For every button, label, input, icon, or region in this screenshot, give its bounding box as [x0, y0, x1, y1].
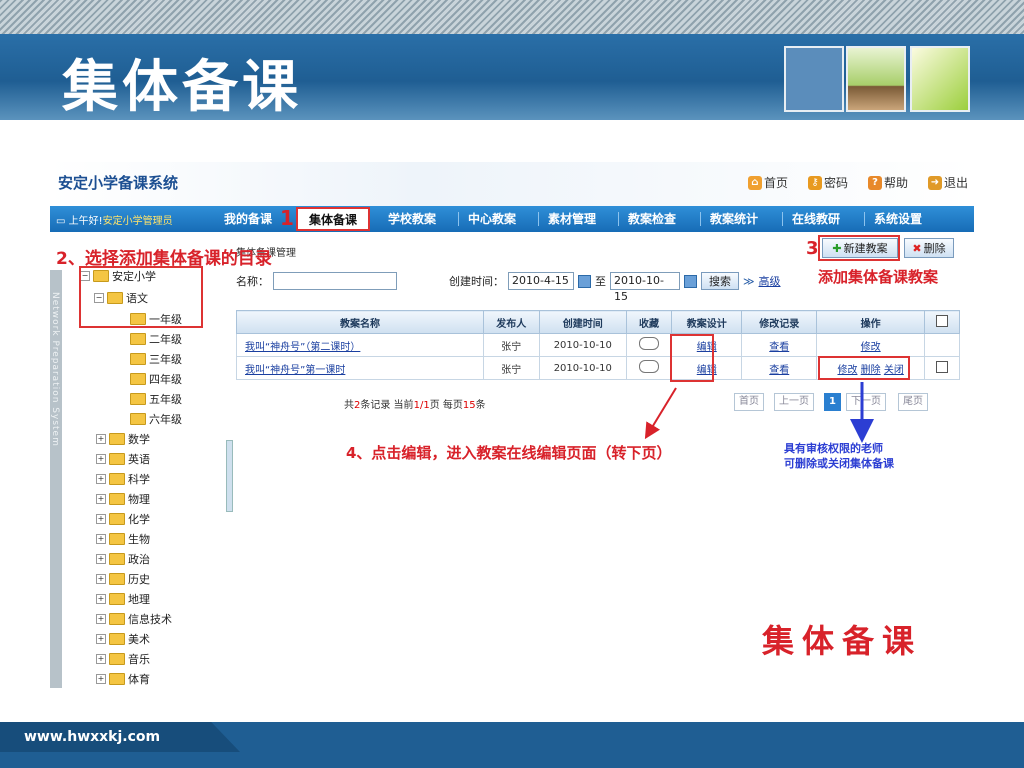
footer-url: www.hwxxkj.com [24, 729, 161, 745]
annotation-arrows [644, 382, 874, 443]
arrow-to-edit [644, 387, 677, 440]
